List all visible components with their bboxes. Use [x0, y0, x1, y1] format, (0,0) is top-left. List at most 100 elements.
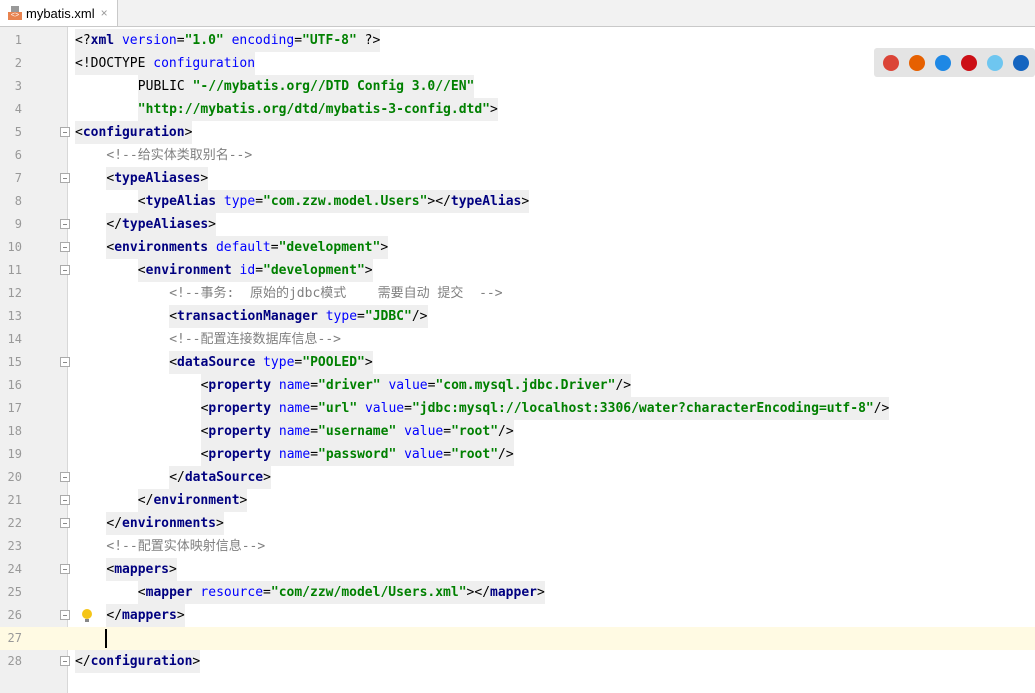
- fold-marker-icon[interactable]: [60, 265, 70, 275]
- token-p: =: [404, 401, 412, 416]
- line-number: 9: [14, 217, 22, 231]
- line-number: 11: [7, 263, 22, 277]
- close-tab-icon[interactable]: ×: [101, 6, 108, 20]
- token-attr: id: [239, 263, 256, 278]
- token-attr: type: [223, 194, 256, 209]
- token-tag: mapper: [145, 585, 201, 600]
- code-line[interactable]: 12 <!--事务: 原始的jdbc模式 需要自动 提交 -->: [0, 282, 1035, 305]
- code-line[interactable]: 11 <environment id="development">: [0, 259, 1035, 282]
- code-text: <!--配置连接数据库信息-->: [169, 328, 341, 351]
- token-tag: configuration: [82, 125, 185, 140]
- code-text: <!--给实体类取别名-->: [106, 144, 252, 167]
- token-tag: property: [208, 447, 279, 462]
- token-p: =: [310, 378, 319, 393]
- fold-marker-icon[interactable]: [60, 564, 70, 574]
- firefox-icon[interactable]: [909, 54, 925, 71]
- token-val: "-//mybatis.org//DTD Config 3.0//EN": [192, 79, 475, 94]
- token-p: =: [294, 33, 303, 48]
- code-text: PUBLIC "-//mybatis.org//DTD Config 3.0//…: [137, 75, 475, 98]
- token-val: "http://mybatis.org/dtd/mybatis-3-config…: [137, 102, 490, 117]
- code-line[interactable]: 28 </configuration>: [0, 650, 1035, 673]
- safari-icon[interactable]: [935, 54, 951, 71]
- fold-marker-icon[interactable]: [60, 357, 70, 367]
- fold-marker-icon[interactable]: [60, 219, 70, 229]
- code-line[interactable]: 3 PUBLIC "-//mybatis.org//DTD Config 3.0/…: [0, 75, 1035, 98]
- code-line[interactable]: 26 </mappers>: [0, 604, 1035, 627]
- fold-marker-icon[interactable]: [60, 242, 70, 252]
- token-p: =: [255, 263, 264, 278]
- code-text: <transactionManager type="JDBC"/>: [169, 305, 428, 328]
- token-p: >: [364, 355, 373, 370]
- code-line[interactable]: 17 <property name="url" value="jdbc:mysql…: [0, 397, 1035, 420]
- token-p: <: [169, 355, 178, 370]
- chrome-icon[interactable]: [883, 54, 899, 71]
- token-attr: value: [388, 378, 428, 393]
- code-line[interactable]: 24 <mappers>: [0, 558, 1035, 581]
- token-val: "com.zzw.model.Users": [263, 194, 428, 209]
- token-attr: type: [263, 355, 295, 370]
- code-line[interactable]: 5 <configuration>: [0, 121, 1035, 144]
- code-line[interactable]: 10 <environments default="development">: [0, 236, 1035, 259]
- code-line[interactable]: 8 <typeAlias type="com.zzw.model.Users"><…: [0, 190, 1035, 213]
- code-line[interactable]: 20 </dataSource>: [0, 466, 1035, 489]
- code-line[interactable]: 6 <!--给实体类取别名-->: [0, 144, 1035, 167]
- code-line[interactable]: 22 </environments>: [0, 512, 1035, 535]
- code-line[interactable]: 21 </environment>: [0, 489, 1035, 512]
- line-number: 1: [14, 33, 22, 47]
- token-p: <: [169, 309, 178, 324]
- token-val: "development": [263, 263, 365, 278]
- line-number: 26: [7, 608, 22, 622]
- token-attr: name: [278, 378, 311, 393]
- token-p: >: [184, 125, 193, 140]
- token-p: >: [169, 562, 177, 577]
- token-attr: value: [364, 401, 405, 416]
- token-p: ></: [427, 194, 451, 209]
- code-line[interactable]: 9 </typeAliases>: [0, 213, 1035, 236]
- code-line[interactable]: 7 <typeAliases>: [0, 167, 1035, 190]
- fold-marker-icon[interactable]: [60, 127, 70, 137]
- token-attr: value: [404, 424, 444, 439]
- line-number: 16: [7, 378, 22, 392]
- fold-marker-icon[interactable]: [60, 173, 70, 183]
- token-p: ></: [466, 585, 491, 600]
- code-line[interactable]: 4 "http://mybatis.org/dtd/mybatis-3-confi…: [0, 98, 1035, 121]
- token-p: =: [357, 309, 365, 324]
- code-line[interactable]: 19 <property name="password" value="root"…: [0, 443, 1035, 466]
- line-number: 25: [7, 585, 22, 599]
- code-line[interactable]: 15 <dataSource type="POOLED">: [0, 351, 1035, 374]
- code-line[interactable]: 25 <mapper resource="com/zzw/model/Users.…: [0, 581, 1035, 604]
- fold-marker-icon[interactable]: [60, 472, 70, 482]
- edge-icon[interactable]: [1013, 54, 1029, 71]
- token-p: =: [310, 424, 319, 439]
- fold-marker-icon[interactable]: [60, 656, 70, 666]
- line-number: 15: [7, 355, 22, 369]
- code-line[interactable]: 14 <!--配置连接数据库信息-->: [0, 328, 1035, 351]
- code-text: "http://mybatis.org/dtd/mybatis-3-config…: [137, 98, 498, 121]
- token-val: "username": [318, 424, 405, 439]
- line-number: 13: [7, 309, 22, 323]
- token-tag: property: [208, 378, 279, 393]
- tab-mybatis-xml[interactable]: mybatis.xml ×: [0, 0, 118, 26]
- fold-marker-icon[interactable]: [60, 495, 70, 505]
- token-p: >: [215, 516, 224, 531]
- token-p: >: [263, 470, 271, 485]
- line-number: 21: [7, 493, 22, 507]
- token-p: >: [380, 240, 389, 255]
- code-text: <!--事务: 原始的jdbc模式 需要自动 提交 -->: [169, 282, 502, 305]
- code-line[interactable]: 18 <property name="username" value="root"…: [0, 420, 1035, 443]
- token-attr: name: [278, 447, 311, 462]
- code-line[interactable]: 27: [0, 627, 1035, 650]
- line-number: 2: [14, 56, 22, 70]
- code-line[interactable]: 13 <transactionManager type="JDBC"/>: [0, 305, 1035, 328]
- lightbulb-icon[interactable]: [82, 609, 92, 622]
- token-val: "com.mysql.jdbc.Driver": [435, 378, 616, 393]
- ie-icon[interactable]: [987, 54, 1003, 71]
- code-line[interactable]: 23 <!--配置实体映射信息-->: [0, 535, 1035, 558]
- line-number: 22: [7, 516, 22, 530]
- token-p: </: [106, 608, 123, 623]
- fold-marker-icon[interactable]: [60, 518, 70, 528]
- token-tag: xml: [90, 33, 122, 48]
- code-line[interactable]: 16 <property name="driver" value="com.mys…: [0, 374, 1035, 397]
- fold-marker-icon[interactable]: [60, 610, 70, 620]
- opera-icon[interactable]: [961, 54, 977, 71]
